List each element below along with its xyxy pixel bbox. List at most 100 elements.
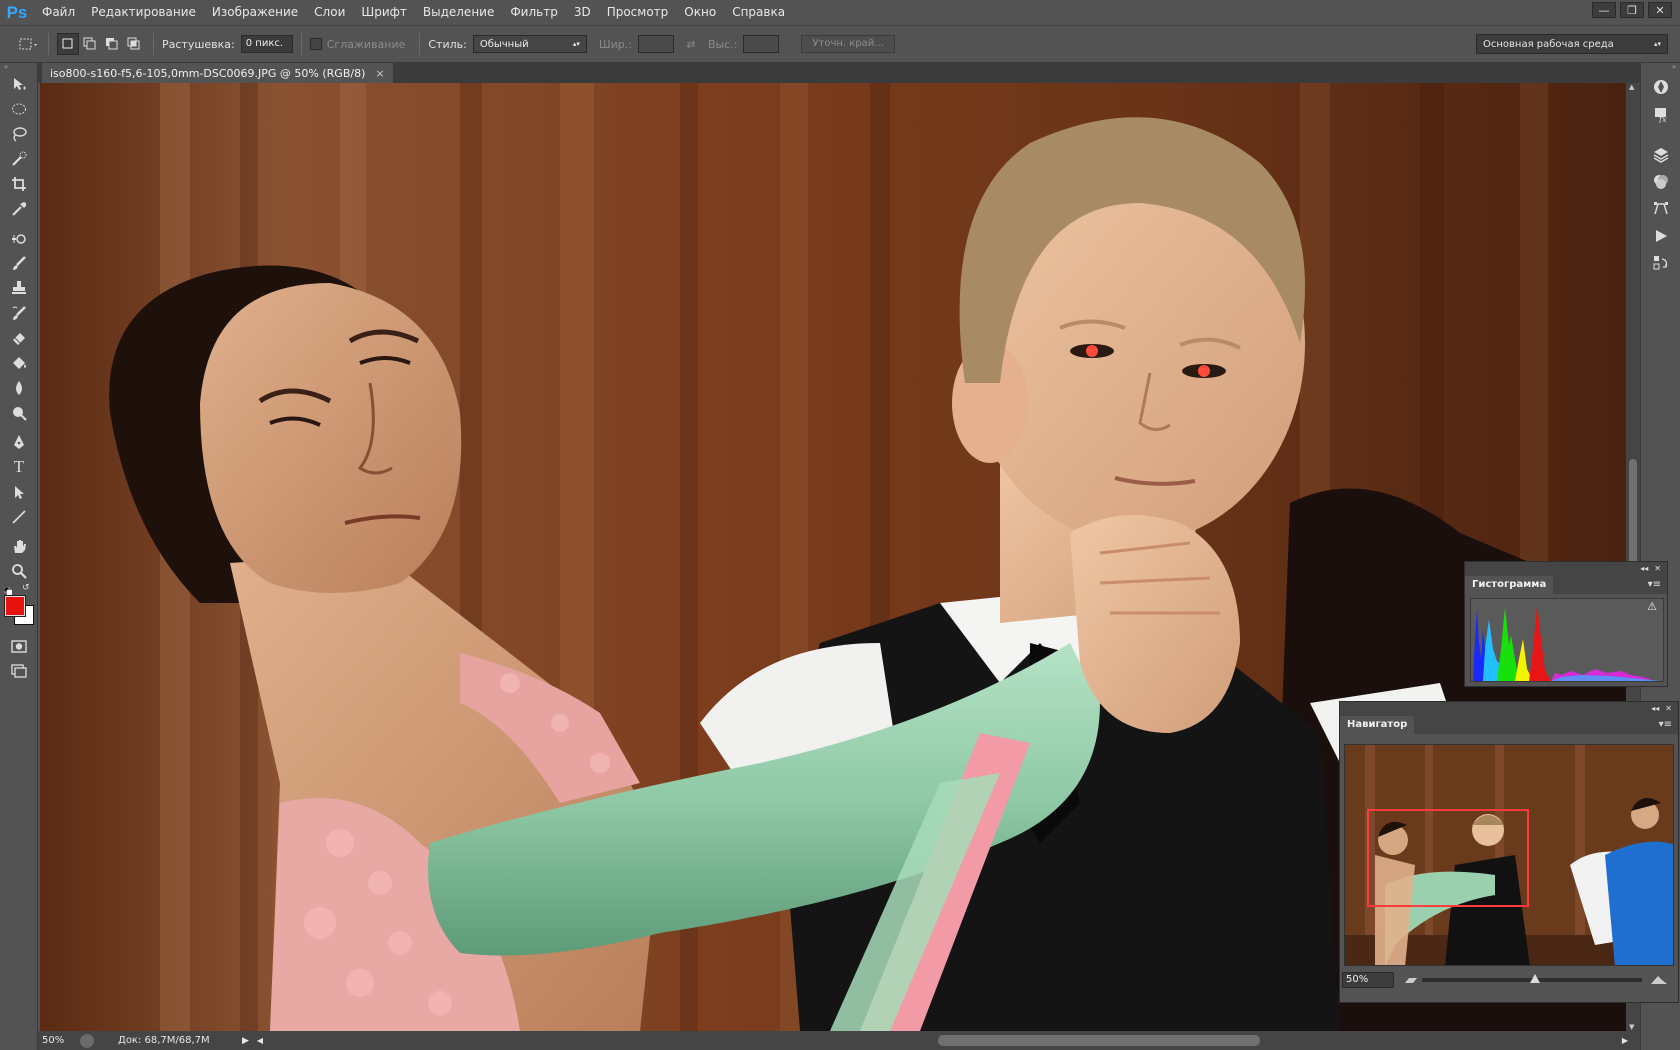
panel-header: ◂◂ ✕ xyxy=(1340,702,1678,714)
foreground-color-swatch[interactable] xyxy=(4,595,26,617)
navigator-view-box[interactable] xyxy=(1367,809,1529,907)
menu-help[interactable]: Справка xyxy=(724,0,793,25)
panel-menu-icon[interactable]: ▾≡ xyxy=(1648,579,1661,590)
menu-3d[interactable]: 3D xyxy=(566,0,599,25)
panel-header: ◂◂ ✕ xyxy=(1465,562,1667,574)
menu-window[interactable]: Окно xyxy=(676,0,724,25)
status-menu-arrow-icon[interactable]: ▶ xyxy=(242,1036,249,1046)
add-selection-icon[interactable] xyxy=(79,33,101,55)
horizontal-scroll-thumb[interactable] xyxy=(938,1035,1260,1046)
history-dock-icon[interactable] xyxy=(1641,249,1680,276)
quick-selection-icon[interactable] xyxy=(0,146,38,171)
collapse-icon[interactable]: » xyxy=(0,63,37,71)
menu-select[interactable]: Выделение xyxy=(415,0,502,25)
svg-text:fx: fx xyxy=(1658,115,1667,123)
zoom-in-icon[interactable] xyxy=(1650,974,1668,986)
close-panel-icon[interactable]: ✕ xyxy=(1665,704,1672,713)
navigator-zoom-slider[interactable] xyxy=(1422,974,1642,983)
swap-dimensions-icon[interactable]: ⇄ xyxy=(680,33,702,55)
lasso-icon[interactable] xyxy=(0,121,38,146)
tool-preset-picker[interactable] xyxy=(18,33,40,55)
tab-navigator[interactable]: Навигатор xyxy=(1340,716,1415,734)
eraser-icon[interactable] xyxy=(0,325,38,350)
cache-warning-icon[interactable]: ⚠ xyxy=(1647,600,1657,613)
quick-mask-icon[interactable] xyxy=(0,633,38,658)
hand-icon[interactable] xyxy=(0,533,38,558)
menu-image[interactable]: Изображение xyxy=(204,0,306,25)
panel-tab-row: Навигатор ▾≡ xyxy=(1340,714,1678,734)
horizontal-scrollbar[interactable] xyxy=(298,1031,1628,1050)
swap-colors-icon[interactable]: ↺ xyxy=(22,583,30,593)
height-input[interactable] xyxy=(743,35,780,53)
menu-file[interactable]: Файл xyxy=(34,0,83,25)
document-tab[interactable]: iso800-s160-f5,6-105,0mm-DSC0069.JPG @ 5… xyxy=(42,63,393,83)
window-controls: — ❐ ✕ xyxy=(1592,2,1672,18)
refine-edge-button[interactable]: Уточн. край... xyxy=(801,35,895,53)
style-select[interactable]: Обычный ▴▾ xyxy=(472,35,587,53)
screen-mode-icon[interactable] xyxy=(0,658,38,683)
menu-view[interactable]: Просмотр xyxy=(599,0,677,25)
histogram-panel: ◂◂ ✕ Гистограмма ▾≡ ⚠ xyxy=(1464,561,1668,687)
eyedropper-icon[interactable] xyxy=(0,196,38,221)
tab-histogram[interactable]: Гистограмма xyxy=(1465,576,1554,594)
scroll-down-icon[interactable]: ▼ xyxy=(1629,1023,1634,1031)
path-select-icon[interactable] xyxy=(0,479,38,504)
scroll-left-icon[interactable]: ◀ xyxy=(257,1036,263,1045)
feather-input[interactable]: 0 пикс. xyxy=(240,35,293,53)
navigator-zoom-input[interactable]: 50% xyxy=(1342,972,1394,988)
marquee-ellipse-icon[interactable] xyxy=(0,96,38,121)
status-info-icon[interactable] xyxy=(80,1033,94,1048)
scroll-up-icon[interactable]: ▲ xyxy=(1629,83,1634,91)
layers-dock-icon[interactable] xyxy=(1641,141,1680,168)
zoom-out-icon[interactable] xyxy=(1404,975,1418,985)
restore-button[interactable]: ❐ xyxy=(1620,2,1644,18)
dodge-icon[interactable] xyxy=(0,400,38,425)
default-colors-icon[interactable] xyxy=(3,585,13,596)
collapse-panel-icon[interactable]: ◂◂ xyxy=(1640,564,1648,573)
line-icon[interactable] xyxy=(0,504,38,529)
pen-icon[interactable] xyxy=(0,429,38,454)
type-icon[interactable]: T xyxy=(0,454,38,479)
minimize-button[interactable]: — xyxy=(1592,2,1616,18)
navigator-thumbnail[interactable] xyxy=(1344,744,1674,966)
crop-icon[interactable] xyxy=(0,171,38,196)
brush-icon[interactable] xyxy=(0,250,38,275)
zoom-slider-handle[interactable] xyxy=(1530,974,1540,983)
history-brush-icon[interactable] xyxy=(0,300,38,325)
panel-menu-icon[interactable]: ▾≡ xyxy=(1659,719,1672,730)
channels-dock-icon[interactable] xyxy=(1641,168,1680,195)
blur-icon[interactable] xyxy=(0,375,38,400)
menu-layers[interactable]: Слои xyxy=(306,0,353,25)
new-selection-icon[interactable] xyxy=(57,33,79,55)
collapse-dock-icon[interactable]: « xyxy=(1641,63,1680,73)
width-input[interactable] xyxy=(637,35,674,53)
workspace-switcher[interactable]: Основная рабочая среда ▴▾ xyxy=(1476,34,1668,54)
subtract-selection-icon[interactable] xyxy=(101,33,123,55)
intersect-selection-icon[interactable] xyxy=(123,33,145,55)
collapse-panel-icon[interactable]: ◂◂ xyxy=(1651,704,1659,713)
navigator-dock-icon[interactable] xyxy=(1641,73,1680,100)
paths-dock-icon[interactable] xyxy=(1641,195,1680,222)
menu-bar: Ps Файл Редактирование Изображение Слои … xyxy=(0,0,1680,25)
close-tab-icon[interactable]: × xyxy=(375,67,384,80)
actions-dock-icon[interactable] xyxy=(1641,222,1680,249)
document-size: Док: 68,7M/68,7M xyxy=(118,1035,210,1046)
close-panel-icon[interactable]: ✕ xyxy=(1654,564,1661,573)
paint-bucket-icon[interactable] xyxy=(0,350,38,375)
scroll-right-icon[interactable]: ▶ xyxy=(1622,1036,1628,1045)
zoom-level[interactable]: 50% xyxy=(38,1035,80,1046)
options-bar: Растушевка: 0 пикс. Сглаживание Стиль: О… xyxy=(0,25,1680,63)
healing-icon[interactable] xyxy=(0,225,38,250)
zoom-icon[interactable] xyxy=(0,558,38,583)
menu-type[interactable]: Шрифт xyxy=(353,0,415,25)
photoshop-logo: Ps xyxy=(6,2,28,22)
stamp-icon[interactable] xyxy=(0,275,38,300)
close-button[interactable]: ✕ xyxy=(1648,2,1672,18)
menu-edit[interactable]: Редактирование xyxy=(83,0,204,25)
antialias-checkbox[interactable] xyxy=(309,38,322,50)
styles-dock-icon[interactable]: fx xyxy=(1641,100,1680,127)
status-bar: 50% Док: 68,7M/68,7M ▶ ◀ ▶ xyxy=(38,1031,1640,1050)
height-label: Выс.: xyxy=(707,37,738,51)
menu-filter[interactable]: Фильтр xyxy=(502,0,565,25)
move-icon[interactable] xyxy=(0,71,38,96)
